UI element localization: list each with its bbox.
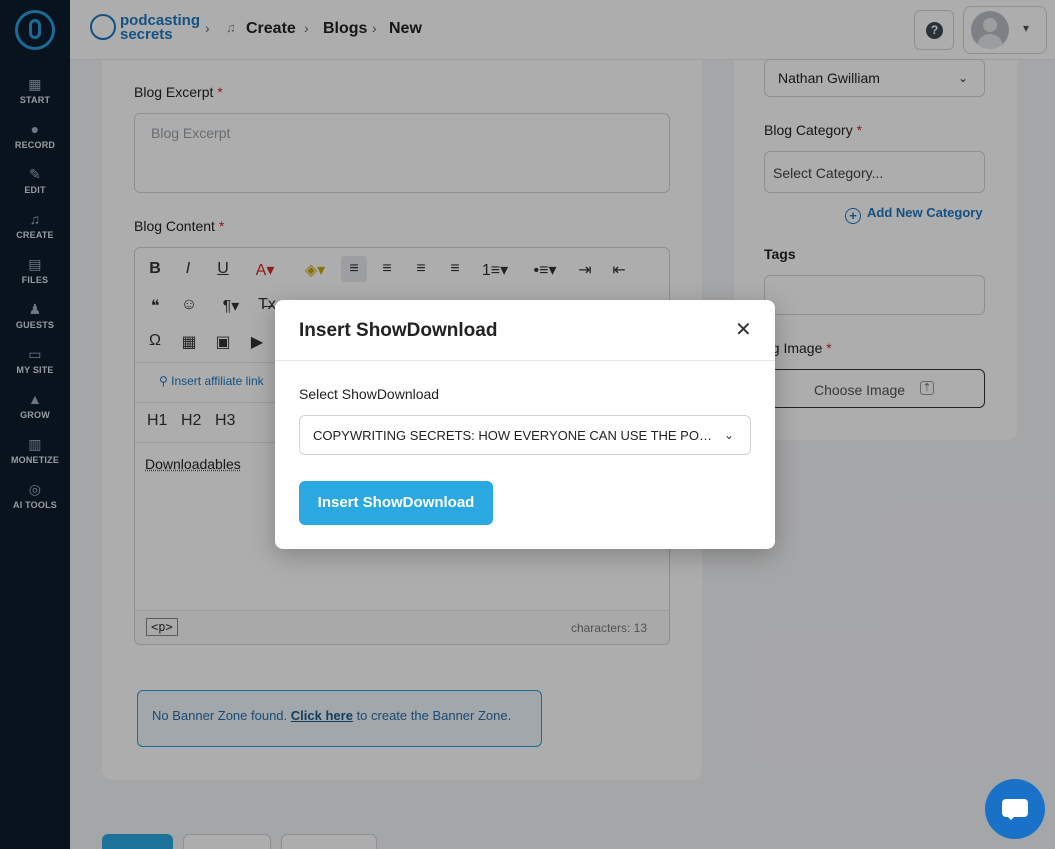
chat-button[interactable] bbox=[985, 779, 1045, 839]
chat-icon bbox=[1002, 799, 1028, 820]
insert-showdownload-modal: Insert ShowDownload ✕ Select ShowDownloa… bbox=[275, 300, 775, 549]
showdownload-selected-value: COPYWRITING SECRETS: HOW EVERYONE CAN US… bbox=[313, 428, 723, 443]
modal-title: Insert ShowDownload bbox=[299, 320, 498, 341]
modal-divider bbox=[275, 360, 775, 361]
chevron-down-icon: ⌄ bbox=[724, 428, 735, 442]
showdownload-select-label: Select ShowDownload bbox=[299, 386, 440, 402]
close-icon[interactable]: ✕ bbox=[735, 318, 752, 342]
showdownload-select[interactable]: COPYWRITING SECRETS: HOW EVERYONE CAN US… bbox=[299, 415, 751, 455]
insert-showdownload-button[interactable]: Insert ShowDownload bbox=[299, 481, 493, 525]
